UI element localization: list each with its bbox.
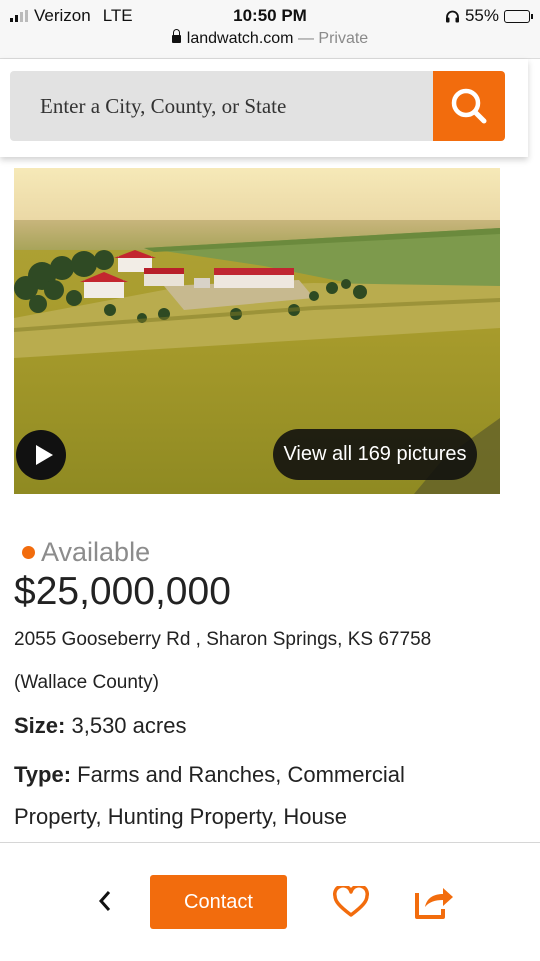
type-label: Type: [14, 762, 72, 787]
contact-button[interactable]: Contact [150, 875, 287, 929]
search-bar [0, 59, 528, 157]
listing-type: Type: Farms and Ranches, Commercial Prop… [14, 754, 474, 838]
listing-county: (Wallace County) [14, 672, 160, 693]
heart-icon[interactable] [333, 886, 369, 918]
share-icon[interactable] [413, 883, 455, 921]
private-label: — Private [297, 30, 369, 47]
url-text: landwatch.com [186, 30, 294, 47]
battery-info: 55% [445, 6, 533, 26]
battery-icon [504, 9, 533, 23]
view-all-pictures-button[interactable]: View all 169 pictures [273, 429, 477, 480]
search-button[interactable] [433, 71, 505, 141]
chevron-left-icon[interactable] [94, 889, 118, 913]
headphones-icon [445, 10, 459, 23]
lock-icon [171, 29, 181, 43]
status-dot-icon [22, 546, 35, 559]
listing-size: Size: 3,530 acres [14, 713, 186, 739]
listing-address: 2055 Gooseberry Rd , Sharon Springs, KS … [14, 629, 432, 650]
listing-photo[interactable]: View all 169 pictures [14, 168, 500, 494]
availability-status: Available [22, 537, 150, 568]
size-label: Size: [14, 713, 66, 738]
bottom-action-bar: Contact [0, 842, 540, 961]
search-icon [451, 88, 487, 124]
listing-price: $25,000,000 [14, 570, 231, 613]
status-bar: Verizon LTE 10:50 PM 55% landwatch.com —… [0, 0, 540, 59]
status-text: Available [41, 537, 151, 567]
search-input[interactable] [10, 71, 433, 141]
type-value: Farms and Ranches, Commercial Property, … [14, 762, 405, 829]
size-value: 3,530 acres [71, 713, 187, 738]
battery-percent: 55% [464, 6, 499, 25]
address-bar[interactable]: landwatch.com — Private [0, 29, 540, 48]
play-video-button[interactable] [16, 430, 66, 480]
